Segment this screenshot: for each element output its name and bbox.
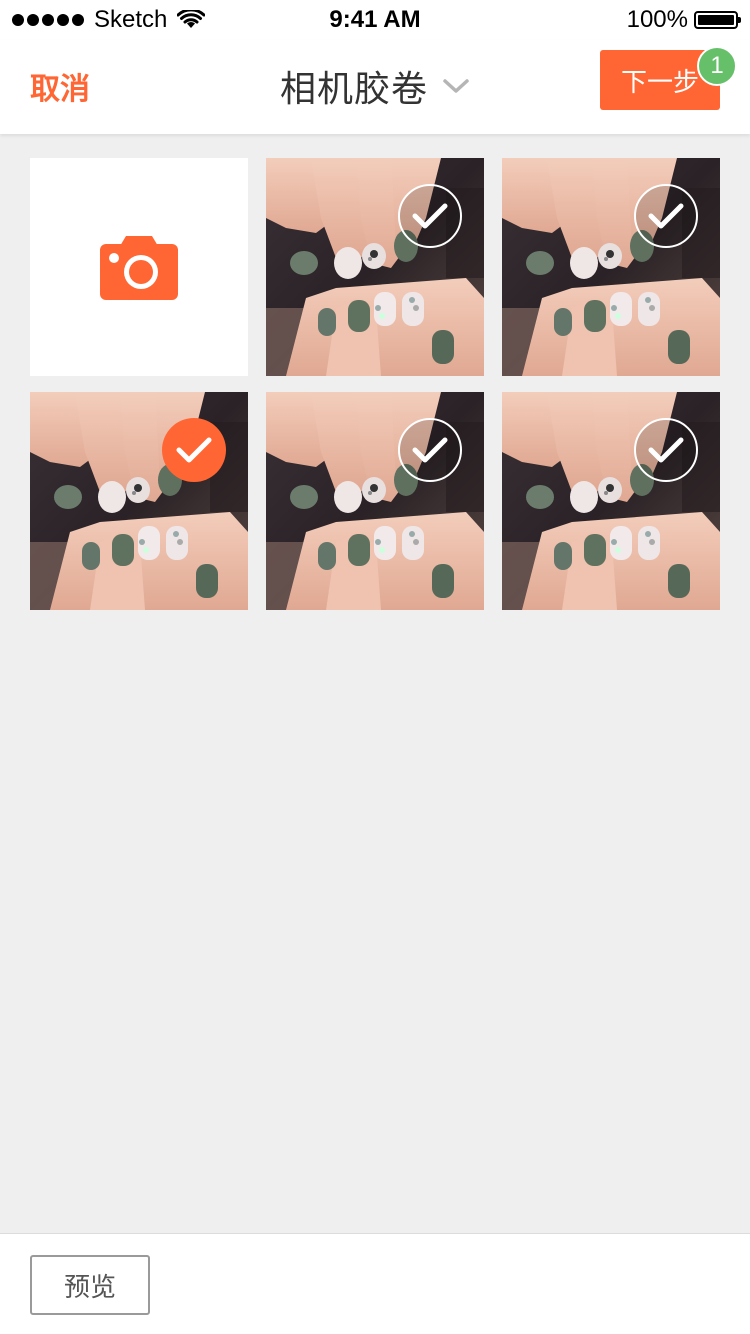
nail-art-photo [266, 158, 484, 376]
battery-percent: 100% [626, 6, 688, 33]
checkmark-icon [412, 202, 448, 230]
select-checkbox[interactable] [398, 184, 462, 248]
checkmark-icon [176, 436, 212, 464]
photo-picker-screen: Sketch 9:41 AM 100% 取消 相机胶卷 下一步 1 预览 [0, 0, 750, 1334]
photo-thumbnail[interactable] [266, 158, 484, 376]
photo-grid [30, 158, 720, 610]
select-checkbox[interactable] [634, 418, 698, 482]
battery-icon [694, 11, 741, 29]
camera-icon [100, 236, 178, 300]
photo-thumbnail[interactable] [502, 392, 720, 610]
nail-art-photo [502, 392, 720, 610]
preview-button[interactable]: 预览 [30, 1255, 150, 1315]
status-bar: Sketch 9:41 AM 100% [0, 0, 750, 40]
navigation-bar: 取消 相机胶卷 下一步 1 [0, 40, 750, 134]
select-checkbox[interactable] [634, 184, 698, 248]
select-checkbox[interactable] [398, 418, 462, 482]
checkmark-icon [412, 436, 448, 464]
nail-art-photo [502, 158, 720, 376]
select-checkbox-checked[interactable] [162, 418, 226, 482]
photo-thumbnail[interactable] [30, 392, 248, 610]
camera-capture-tile[interactable] [30, 158, 248, 376]
status-right: 100% [626, 6, 741, 33]
chevron-down-icon [443, 79, 469, 93]
photo-thumbnail[interactable] [502, 158, 720, 376]
nail-art-photo [266, 392, 484, 610]
checkmark-icon [648, 436, 684, 464]
bottom-toolbar: 预览 [0, 1233, 750, 1334]
checkmark-icon [648, 202, 684, 230]
selected-count-badge: 1 [697, 46, 737, 86]
photo-thumbnail[interactable] [266, 392, 484, 610]
nail-art-photo [30, 392, 248, 610]
page-title: 相机胶卷 [279, 69, 428, 110]
